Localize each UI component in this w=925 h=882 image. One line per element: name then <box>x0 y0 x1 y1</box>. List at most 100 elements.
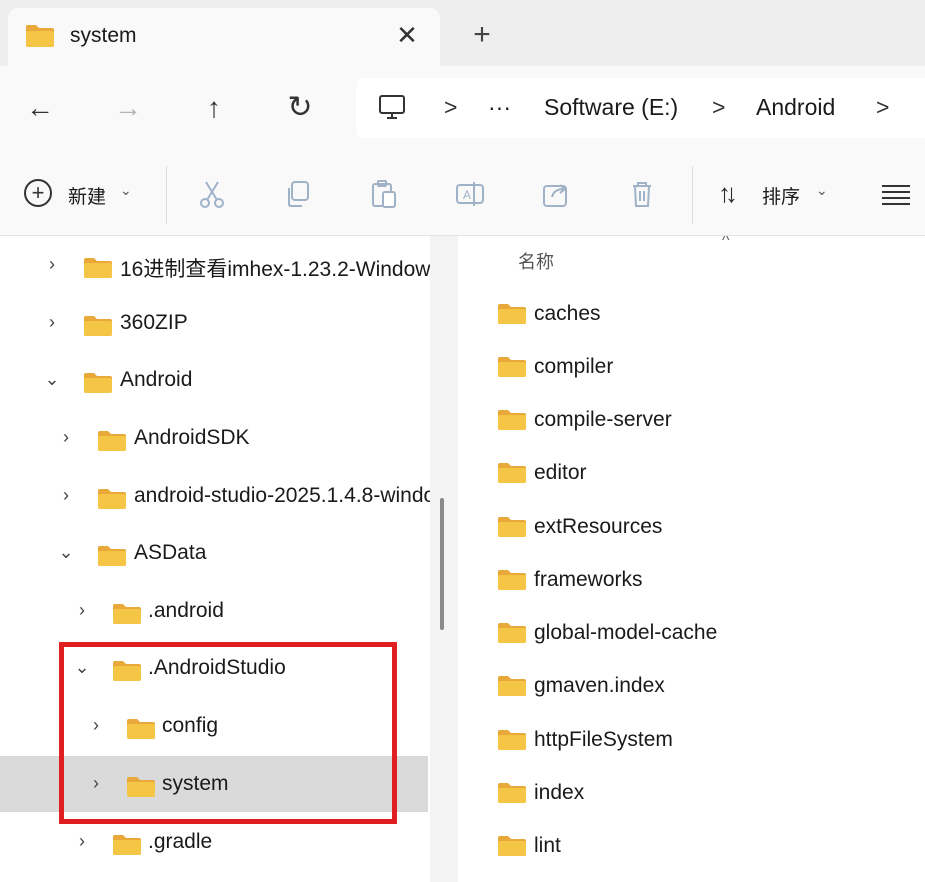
tree-item-asdata[interactable]: ⌄ ASData <box>0 529 428 577</box>
breadcrumb-separator[interactable]: > <box>444 94 457 121</box>
tab-strip: system ✕ + <box>0 0 925 66</box>
folder-icon <box>98 546 126 571</box>
tree-item-360zip[interactable]: › 360ZIP <box>0 299 428 347</box>
folder-icon <box>498 570 526 595</box>
tree-item-label: android-studio-2025.1.4.8-windows <box>134 484 430 507</box>
delete-icon[interactable] <box>626 178 658 210</box>
folder-icon <box>84 316 112 341</box>
cut-icon[interactable] <box>196 178 228 210</box>
rename-icon[interactable]: A <box>454 178 486 210</box>
new-button[interactable]: + 新建 ⌄ <box>22 176 140 214</box>
tree-item-label: .android <box>148 599 224 622</box>
list-item[interactable]: compile-server <box>458 400 925 446</box>
folder-icon <box>498 517 526 542</box>
breadcrumb-android[interactable]: Android <box>756 94 835 121</box>
navigation-bar: ← → ↑ ↻ > ··· Software (E:) > Android > <box>0 66 925 152</box>
folder-icon <box>84 258 112 283</box>
up-arrow-icon[interactable]: ↑ <box>192 86 236 130</box>
breadcrumb-overflow[interactable]: ··· <box>488 94 511 121</box>
chevron-right-icon[interactable]: › <box>42 309 62 335</box>
tree-item-label: .gradle <box>148 830 213 853</box>
chevron-down-icon[interactable]: ⌄ <box>42 366 62 392</box>
list-item[interactable]: extResources <box>458 507 925 553</box>
folder-icon <box>84 373 112 398</box>
tree-item-android[interactable]: ⌄ Android <box>0 356 428 404</box>
file-name: caches <box>534 302 601 325</box>
paste-icon[interactable] <box>368 178 400 210</box>
list-item[interactable]: httpFileSystem <box>458 720 925 766</box>
list-item[interactable]: gmaven.index <box>458 666 925 712</box>
file-name: httpFileSystem <box>534 728 673 751</box>
address-bar[interactable]: > ··· Software (E:) > Android > <box>356 78 925 138</box>
plus-circle-icon: + <box>24 179 52 207</box>
folder-icon <box>498 410 526 435</box>
new-tab-button[interactable]: + <box>463 16 501 54</box>
file-name: global-model-cache <box>534 621 718 644</box>
chevron-down-icon: ⌄ <box>120 182 132 198</box>
list-item[interactable]: lint <box>458 826 925 872</box>
folder-icon <box>498 730 526 755</box>
file-name: lint <box>534 834 561 857</box>
tree-item-label: AndroidSDK <box>134 426 250 449</box>
chevron-down-icon[interactable]: ⌄ <box>56 539 76 565</box>
list-item[interactable]: global-model-cache <box>458 613 925 659</box>
file-name: extResources <box>534 515 663 538</box>
folder-icon <box>498 783 526 808</box>
chevron-right-icon[interactable]: › <box>56 424 76 450</box>
folder-icon <box>498 357 526 382</box>
sort-ascending-icon: ^ <box>722 236 730 249</box>
back-arrow-icon[interactable]: ← <box>18 86 62 130</box>
chevron-right-icon[interactable]: › <box>72 597 92 623</box>
chevron-down-icon: ⌄ <box>816 182 828 198</box>
folder-icon <box>498 676 526 701</box>
sort-button-label: 排序 <box>762 187 801 208</box>
toolbar-divider <box>692 166 693 224</box>
sort-arrows-icon: ↑↓ <box>718 178 738 208</box>
list-item[interactable]: compiler <box>458 347 925 393</box>
tree-item-label: 16进制查看imhex-1.23.2-Windows <box>120 258 430 281</box>
breadcrumb-software-e[interactable]: Software (E:) <box>544 94 678 121</box>
chevron-right-icon[interactable]: › <box>72 828 92 854</box>
scrollbar-thumb[interactable] <box>440 498 444 630</box>
tree-item-dot-android[interactable]: › .android <box>0 587 428 635</box>
breadcrumb-separator[interactable]: > <box>712 94 725 121</box>
tree-item-androidsdk[interactable]: › AndroidSDK <box>0 414 428 462</box>
breadcrumb-separator[interactable]: > <box>876 94 889 121</box>
file-list-pane: ^ 名称 caches compiler compile-server edit… <box>458 236 925 882</box>
refresh-icon[interactable]: ↻ <box>278 86 322 130</box>
tab-system[interactable]: system ✕ <box>8 8 440 66</box>
list-item[interactable]: index <box>458 773 925 819</box>
tab-title: system <box>70 24 137 47</box>
list-item[interactable]: frameworks <box>458 560 925 606</box>
share-icon[interactable] <box>540 178 572 210</box>
list-item[interactable]: editor <box>458 453 925 499</box>
folder-icon <box>113 835 141 860</box>
file-name: gmaven.index <box>534 674 665 697</box>
tree-item-dot-gradle[interactable]: › .gradle <box>0 818 428 866</box>
chevron-right-icon[interactable]: › <box>56 482 76 508</box>
svg-text:A: A <box>463 188 471 202</box>
computer-icon <box>378 94 406 127</box>
forward-arrow-icon[interactable]: → <box>106 86 150 130</box>
folder-icon <box>498 836 526 861</box>
file-name: compiler <box>534 355 614 378</box>
tree-item-imhex[interactable]: › 16进制查看imhex-1.23.2-Windows <box>0 241 430 289</box>
file-name: index <box>534 781 585 804</box>
file-name: frameworks <box>534 568 643 591</box>
toolbar-divider <box>166 166 167 224</box>
highlight-annotation-box <box>59 642 397 824</box>
copy-icon[interactable] <box>282 178 314 210</box>
folder-icon <box>98 489 126 514</box>
close-tab-icon[interactable]: ✕ <box>388 16 426 54</box>
tree-item-label: ASData <box>134 541 207 564</box>
view-list-icon[interactable] <box>880 182 912 214</box>
pane-splitter[interactable] <box>430 236 458 882</box>
list-item[interactable]: caches <box>458 294 925 340</box>
folder-icon <box>98 431 126 456</box>
column-header-name[interactable]: 名称 <box>518 248 554 274</box>
chevron-right-icon[interactable]: › <box>42 251 62 277</box>
tree-item-label: Android <box>120 368 193 391</box>
file-name: editor <box>534 461 587 484</box>
tree-item-android-studio[interactable]: › android-studio-2025.1.4.8-windows <box>0 472 430 520</box>
sort-button[interactable]: ↑↓ 排序 ⌄ <box>718 176 838 214</box>
